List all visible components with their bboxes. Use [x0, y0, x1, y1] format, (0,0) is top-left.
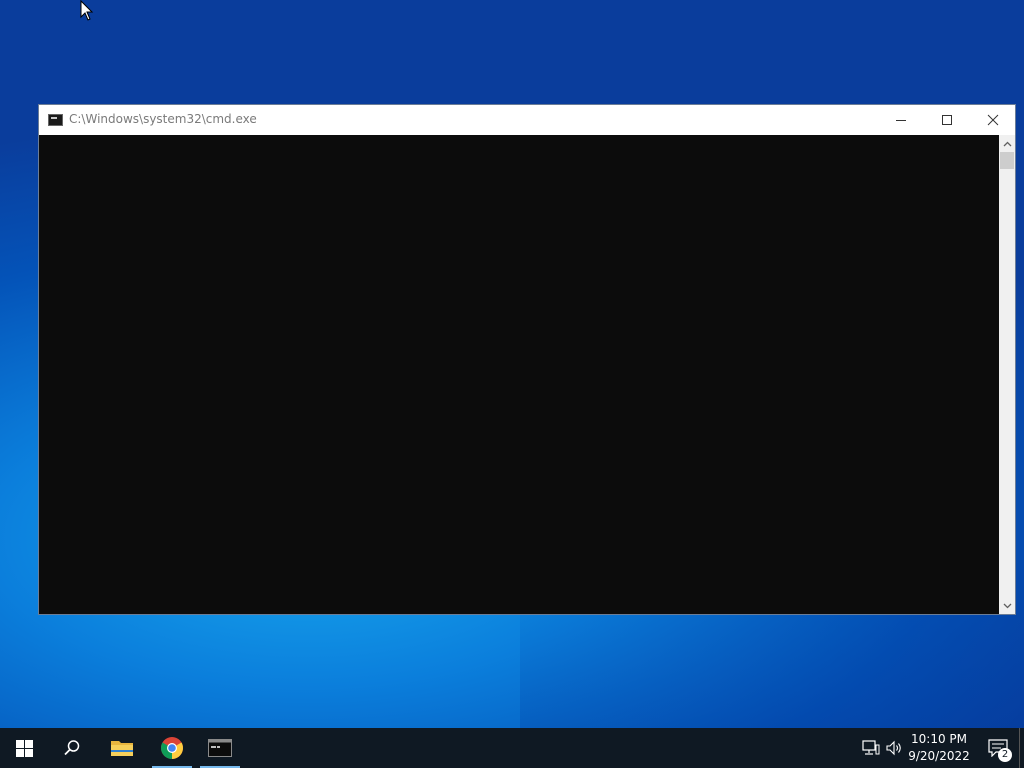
maximize-button[interactable] — [924, 105, 970, 135]
mouse-cursor-icon — [80, 0, 94, 21]
minimize-icon — [896, 120, 906, 121]
search-icon — [64, 740, 80, 756]
chevron-up-icon — [1003, 141, 1011, 146]
maximize-icon — [942, 115, 952, 125]
scrollbar-thumb[interactable] — [1000, 152, 1014, 169]
cmd-window[interactable]: C:\Windows\system32\cmd.exe — [38, 104, 1016, 615]
file-explorer-button[interactable] — [98, 728, 146, 768]
title-bar[interactable]: C:\Windows\system32\cmd.exe — [39, 105, 1015, 135]
taskbar: 10:10 PM 9/20/2022 2 — [0, 728, 1024, 768]
start-button[interactable] — [0, 728, 48, 768]
console-area[interactable] — [39, 135, 999, 614]
command-prompt-button[interactable] — [196, 728, 244, 768]
network-button[interactable] — [861, 738, 881, 758]
scroll-up-button[interactable] — [999, 135, 1015, 152]
close-icon — [987, 114, 999, 126]
clock-time: 10:10 PM — [911, 732, 967, 746]
action-center-button[interactable]: 2 — [978, 728, 1018, 768]
window-title: C:\Windows\system32\cmd.exe — [69, 112, 257, 126]
notification-count-badge: 2 — [998, 748, 1012, 762]
scroll-down-button[interactable] — [999, 597, 1015, 614]
chevron-down-icon — [1003, 603, 1011, 608]
search-button[interactable] — [48, 728, 96, 768]
chrome-button[interactable] — [148, 728, 196, 768]
chrome-icon — [161, 737, 183, 759]
console-icon — [208, 739, 232, 757]
close-button[interactable] — [970, 105, 1016, 135]
clock[interactable]: 10:10 PM 9/20/2022 — [900, 731, 978, 765]
console-icon — [48, 114, 63, 126]
clock-date: 9/20/2022 — [908, 749, 970, 763]
vertical-scrollbar[interactable] — [999, 135, 1015, 614]
minimize-button[interactable] — [878, 105, 924, 135]
windows-logo-icon — [15, 739, 33, 757]
network-icon — [862, 740, 880, 755]
show-desktop-button[interactable] — [1019, 728, 1024, 768]
folder-icon — [111, 741, 133, 756]
